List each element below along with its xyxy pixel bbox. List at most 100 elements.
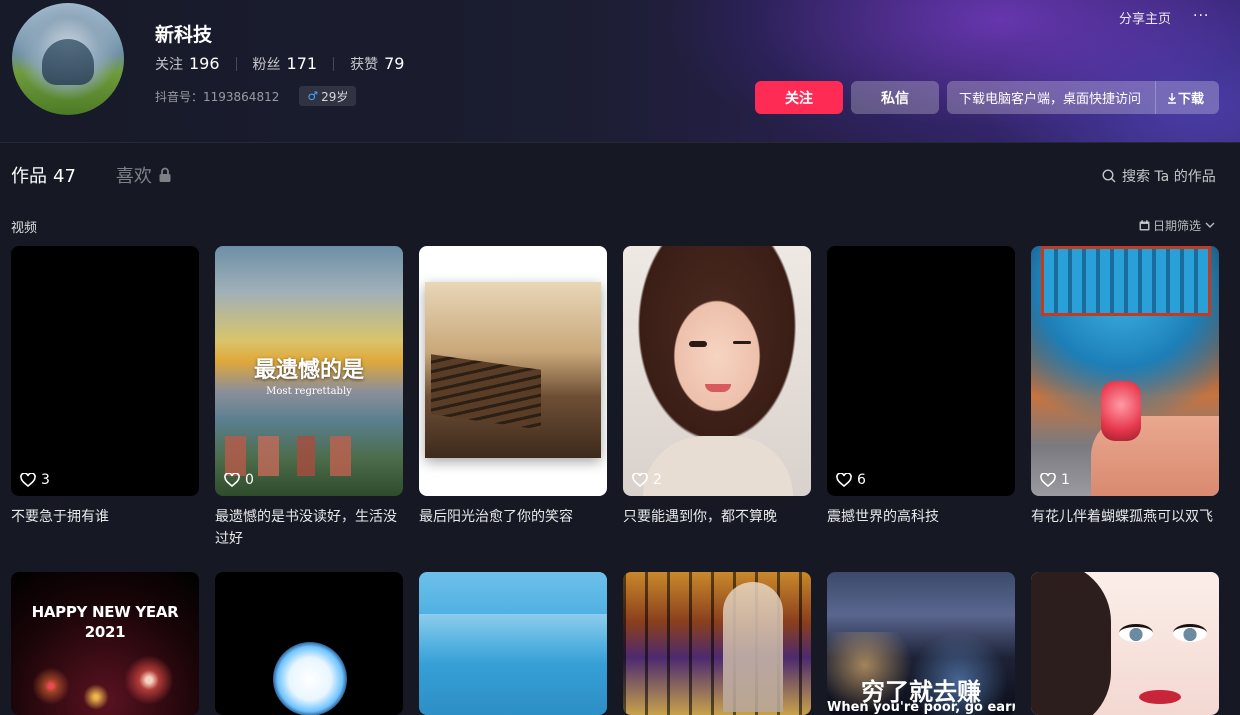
calendar-icon xyxy=(1139,220,1150,231)
thumbnail-overlay-text: HAPPY NEW YEAR 2021 xyxy=(11,602,199,642)
profile-stats: 关注 196 粉丝 171 获赞 79 xyxy=(155,54,404,74)
video-thumbnail[interactable] xyxy=(215,572,403,715)
firework-art xyxy=(121,652,177,708)
video-card[interactable] xyxy=(215,572,403,715)
thumbnail-overlay-subtext: When you're poor, go earn it xyxy=(827,700,1015,715)
thumbnail-art xyxy=(705,384,731,392)
video-card[interactable]: 2 只要能遇到你，都不算晚 xyxy=(623,246,811,528)
heart-icon xyxy=(1040,473,1056,487)
tab-likes-label: 喜欢 xyxy=(115,166,152,187)
avatar[interactable] xyxy=(12,3,124,115)
likes-label: 获赞 xyxy=(350,57,379,73)
tab-likes[interactable]: 喜欢 xyxy=(116,162,172,188)
male-icon: ♂ xyxy=(307,89,319,103)
video-card[interactable]: 穷了就去赚 When you're poor, go earn it xyxy=(827,572,1015,715)
thumbnail-art xyxy=(723,582,783,712)
thumbnail-art xyxy=(1173,624,1207,642)
video-thumbnail[interactable] xyxy=(1031,572,1219,715)
heart-icon xyxy=(836,473,852,487)
followers-count: 171 xyxy=(286,54,318,73)
video-title[interactable]: 只要能遇到你，都不算晚 xyxy=(623,506,811,528)
thumbnail-art xyxy=(431,354,541,430)
follow-button[interactable]: 关注 xyxy=(755,81,843,114)
video-likes-count: 1 xyxy=(1061,472,1070,488)
following-count: 196 xyxy=(189,54,220,73)
video-card[interactable] xyxy=(623,572,811,715)
lock-icon xyxy=(159,167,171,182)
firework-art xyxy=(81,682,111,712)
video-title[interactable]: 不要急于拥有谁 xyxy=(11,506,199,528)
video-likes: 6 xyxy=(836,472,866,488)
search-icon xyxy=(1102,169,1116,183)
video-thumbnail[interactable]: 最遗憾的是 Most regrettably 0 xyxy=(215,246,403,496)
download-client-button[interactable]: 下载电脑客户端，桌面快捷访问 下载 xyxy=(947,81,1219,114)
tab-works[interactable]: 作品 47 xyxy=(11,162,76,188)
thumbnail-overlay-subtext: Most regrettably xyxy=(266,386,352,397)
video-card[interactable]: 6 震撼世界的高科技 xyxy=(827,246,1015,528)
firework-art xyxy=(29,664,73,708)
download-hint: 下载电脑客户端，桌面快捷访问 xyxy=(959,92,1142,107)
stat-divider xyxy=(333,57,335,71)
video-card[interactable]: HAPPY NEW YEAR 2021 xyxy=(11,572,199,715)
video-likes-count: 3 xyxy=(41,472,50,488)
video-card[interactable]: 3 不要急于拥有谁 xyxy=(11,246,199,528)
search-works[interactable]: 搜索 Ta 的作品 xyxy=(1102,166,1216,186)
section-label-videos: 视频 xyxy=(11,221,38,236)
video-thumbnail[interactable]: 2 xyxy=(623,246,811,496)
divider xyxy=(1155,81,1157,114)
video-thumbnail[interactable]: 1 xyxy=(1031,246,1219,496)
following-label: 关注 xyxy=(155,57,183,73)
download-action[interactable]: 下载 xyxy=(1166,88,1204,107)
video-likes: 3 xyxy=(20,472,50,488)
video-thumbnail[interactable]: 6 xyxy=(827,246,1015,496)
video-thumbnail[interactable]: 3 xyxy=(11,246,199,496)
video-likes: 0 xyxy=(224,472,254,488)
profile-tabs: 作品 47 喜欢 xyxy=(11,162,172,188)
message-button[interactable]: 私信 xyxy=(851,81,939,114)
video-title[interactable]: 震撼世界的高科技 xyxy=(827,506,1015,528)
thumbnail-art xyxy=(1031,572,1111,715)
tab-works-count: 47 xyxy=(53,166,76,187)
video-card[interactable] xyxy=(419,572,607,715)
thumbnail-art xyxy=(419,614,607,664)
video-thumbnail[interactable] xyxy=(419,572,607,715)
date-filter[interactable]: 日期筛选 xyxy=(1139,217,1215,234)
thumbnail-overlay-line: 2021 xyxy=(84,623,126,641)
share-profile-link[interactable]: 分享主页 xyxy=(1119,8,1171,27)
douyin-id: 抖音号：1193864812 xyxy=(155,89,280,104)
video-likes: 2 xyxy=(632,472,662,488)
following-stat[interactable]: 关注 196 xyxy=(155,54,220,74)
thumbnail-art xyxy=(1119,624,1153,642)
video-title[interactable]: 有花儿伴着蝴蝶孤燕可以双飞 xyxy=(1031,506,1219,528)
age-text: 29岁 xyxy=(321,89,349,104)
heart-icon xyxy=(224,473,240,487)
thumbnail-art xyxy=(1041,246,1211,316)
thumbnail-art xyxy=(425,282,601,458)
video-card[interactable]: 6 最后阳光治愈了你的笑容 xyxy=(419,246,607,528)
video-thumbnail[interactable]: HAPPY NEW YEAR 2021 xyxy=(11,572,199,715)
heart-icon xyxy=(632,473,648,487)
profile-header: 新科技 关注 196 粉丝 171 获赞 79 抖音号：1193864812 ♂… xyxy=(0,0,1240,143)
more-icon[interactable]: ··· xyxy=(1193,8,1209,24)
video-thumbnail[interactable] xyxy=(623,572,811,715)
avatar-figure xyxy=(42,39,94,85)
followers-stat[interactable]: 粉丝 171 xyxy=(253,54,318,74)
video-thumbnail[interactable]: 6 xyxy=(419,246,607,496)
thumbnail-art xyxy=(689,341,707,347)
download-icon xyxy=(1168,92,1177,104)
video-title[interactable]: 最遗憾的是书没读好，生活没过好 xyxy=(215,506,403,550)
video-card[interactable] xyxy=(1031,572,1219,715)
video-title[interactable]: 最后阳光治愈了你的笑容 xyxy=(419,506,607,528)
video-thumbnail[interactable]: 穷了就去赚 When you're poor, go earn it xyxy=(827,572,1015,715)
thumbnail-overlay-text: 最遗憾的是 xyxy=(253,357,364,383)
thumbnail-art xyxy=(225,436,375,476)
search-works-label: 搜索 Ta 的作品 xyxy=(1122,169,1216,185)
tab-works-label: 作品 xyxy=(11,166,47,187)
video-likes-count: 6 xyxy=(857,472,866,488)
likes-stat: 获赞 79 xyxy=(350,54,404,74)
video-card[interactable]: 1 有花儿伴着蝴蝶孤燕可以双飞 xyxy=(1031,246,1219,528)
video-likes: 6 xyxy=(428,472,458,488)
download-label: 下载 xyxy=(1178,92,1205,107)
nickname: 新科技 xyxy=(155,24,213,46)
video-card[interactable]: 最遗憾的是 Most regrettably 0 最遗憾的是书没读好，生活没过好 xyxy=(215,246,403,550)
